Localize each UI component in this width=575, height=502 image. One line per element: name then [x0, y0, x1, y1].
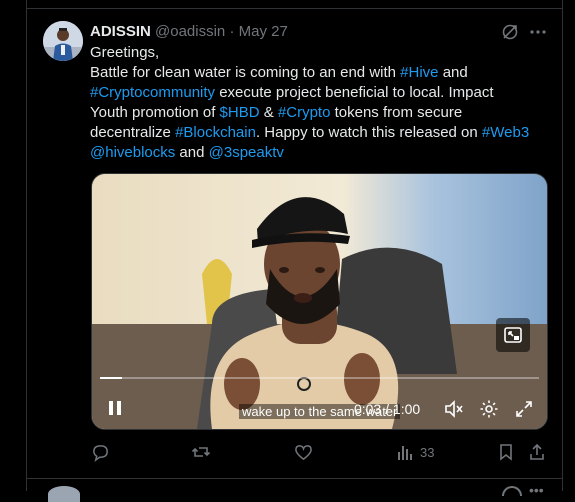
- body-text: and: [438, 64, 468, 81]
- fullscreen-button[interactable]: [514, 399, 534, 419]
- video-frame: [92, 174, 547, 429]
- hashtag-blockchain[interactable]: #Blockchain: [175, 124, 256, 141]
- timeline-left-border: [26, 0, 27, 491]
- views-count: 33: [420, 444, 435, 460]
- tweet-bottom-divider: [26, 478, 562, 479]
- fullscreen-icon: [516, 401, 532, 417]
- timeline-right-border: [562, 0, 563, 491]
- settings-button[interactable]: [479, 399, 499, 419]
- video-time: 0:03 / 1:00: [354, 401, 420, 417]
- hashtag-crypto[interactable]: #Crypto: [278, 104, 331, 121]
- bookmark-icon: [500, 444, 512, 461]
- settings-icon: [480, 400, 498, 418]
- grok-icon[interactable]: [500, 22, 520, 42]
- separator-dot: ·: [225, 23, 239, 40]
- mention-3speaktv[interactable]: @3speaktv: [209, 144, 284, 161]
- next-tweet-more-icon[interactable]: •••: [529, 483, 544, 497]
- pip-icon: [504, 327, 522, 343]
- handle[interactable]: @oadissin: [155, 23, 225, 40]
- reply-icon: [93, 444, 108, 462]
- retweet-icon: [191, 447, 211, 457]
- next-tweet-avatar[interactable]: [48, 486, 80, 502]
- video-progress-fill: [100, 377, 122, 379]
- body-text: and: [175, 144, 209, 161]
- pause-button[interactable]: [106, 399, 124, 417]
- duration: 1:00: [392, 401, 421, 417]
- hashtag-hive[interactable]: #Hive: [400, 64, 438, 81]
- tweet-header: ADISSIN @oadissin · May 27: [90, 23, 288, 41]
- mention-hiveblocks[interactable]: @hiveblocks: [90, 144, 175, 161]
- bookmark-button[interactable]: [497, 441, 515, 463]
- share-button[interactable]: [528, 441, 546, 463]
- body-text: . Happy to watch this released on: [255, 124, 482, 141]
- mute-button[interactable]: [444, 399, 464, 419]
- video-progress-bar[interactable]: [100, 377, 539, 379]
- next-tweet-grok-icon[interactable]: [502, 486, 522, 496]
- hashtag-web3[interactable]: #Web3: [482, 124, 529, 141]
- display-name[interactable]: ADISSIN: [90, 23, 151, 40]
- time-separator: /: [381, 401, 393, 417]
- body-text: &: [259, 104, 278, 121]
- hashtag-cryptocommunity[interactable]: #Cryptocommunity: [90, 84, 215, 101]
- avatar[interactable]: [43, 21, 83, 61]
- video-player[interactable]: wake up to the same water 0:03 / 1:00: [91, 173, 548, 430]
- more-icon[interactable]: [528, 22, 548, 42]
- tweet-text: Greetings, Battle for clean water is com…: [90, 43, 530, 163]
- views-button[interactable]: 33: [396, 441, 434, 463]
- tweet-top-divider: [26, 8, 562, 9]
- post-date[interactable]: May 27: [239, 23, 288, 40]
- like-button[interactable]: [294, 441, 319, 463]
- body-text: Battle for clean water is coming to an e…: [90, 64, 401, 81]
- views-icon: [398, 446, 412, 460]
- retweet-button[interactable]: [191, 441, 217, 463]
- tweet-actions: 33: [0, 441, 575, 463]
- mute-icon: [445, 400, 463, 418]
- current-time: 0:03: [354, 401, 382, 417]
- body-paragraph: Battle for clean water is coming to an e…: [90, 63, 530, 163]
- picture-in-picture-button[interactable]: [496, 318, 530, 352]
- like-icon: [295, 444, 312, 460]
- pause-icon: [109, 401, 121, 415]
- reply-button[interactable]: [91, 441, 116, 463]
- greeting-line: Greetings,: [90, 44, 160, 61]
- share-icon: [530, 443, 544, 460]
- cashtag-hbd[interactable]: $HBD: [220, 104, 260, 121]
